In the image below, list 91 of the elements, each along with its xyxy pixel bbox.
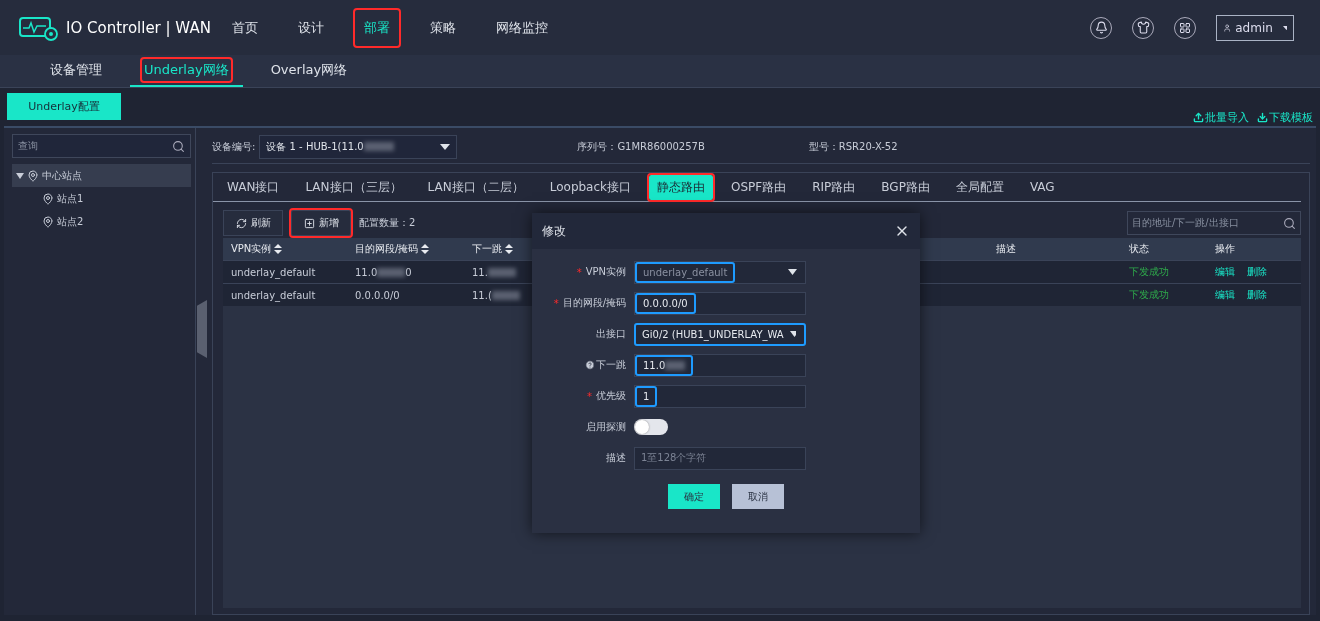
action-link[interactable]: 编辑 <box>1215 289 1235 300</box>
field-value: 0.0.0.0/0 <box>635 292 696 314</box>
input-field[interactable]: 1 <box>634 384 806 408</box>
required-mark: * <box>587 390 592 402</box>
tab[interactable]: OSPF路由 <box>723 174 795 200</box>
search-field[interactable]: 查询 <box>12 134 191 158</box>
field-value: underlay_default <box>635 261 736 283</box>
nav-tab[interactable]: 设计 <box>288 9 333 46</box>
grid-icon <box>1179 21 1191 34</box>
map-pin-icon <box>42 215 54 228</box>
caret-down-icon <box>440 143 451 150</box>
search-icon <box>1283 216 1296 230</box>
status-text: 下发成功 <box>1129 288 1170 302</box>
field-label: 下一跳 <box>596 358 626 372</box>
tree-item[interactable]: 中心站点 <box>12 164 191 187</box>
tab[interactable]: RIP路由 <box>804 174 864 200</box>
caret-down-icon <box>788 269 797 275</box>
action-link[interactable]: 批量导入 <box>1193 110 1249 125</box>
field-value: 1 <box>635 385 658 407</box>
input-field[interactable]: 1至128个字符 <box>634 446 806 470</box>
caret-down-icon <box>789 331 796 337</box>
table-cell-text: underlay_default <box>231 266 317 278</box>
tree-item[interactable]: 站点1 <box>12 187 191 210</box>
search-icon <box>172 139 185 153</box>
nav-tab[interactable]: 部署 <box>354 9 399 46</box>
sub-tab[interactable]: Underlay网络 <box>130 55 243 87</box>
tab[interactable]: VAG <box>1021 176 1063 198</box>
caret-down-icon <box>16 171 24 180</box>
tab[interactable]: Loopback接口 <box>541 174 639 200</box>
nav-tab[interactable]: 网络监控 <box>486 9 557 46</box>
logo-icon <box>18 14 60 41</box>
input-field[interactable]: 11.0 <box>634 353 806 377</box>
device-label: 设备编号: <box>212 139 256 154</box>
tab[interactable]: BGP路由 <box>873 174 938 200</box>
table-cell-text: 0.0.0.0/0 <box>355 289 401 301</box>
tab[interactable]: 静态路由 <box>649 174 713 200</box>
sub-tab[interactable]: 设备管理 <box>36 55 116 87</box>
field-label: 出接口 <box>596 327 626 341</box>
model-number: 型号：RSR20-X-52 <box>808 139 898 154</box>
refresh-icon <box>235 217 247 229</box>
nav-tab[interactable]: 首页 <box>222 9 267 46</box>
table-cell-text: underlay_default <box>231 289 317 301</box>
user-menu-button[interactable]: admin <box>1216 14 1294 41</box>
collapse-handle[interactable] <box>197 300 207 358</box>
tree-item[interactable]: 站点2 <box>12 210 191 233</box>
map-pin-icon <box>42 192 54 205</box>
tab[interactable]: LAN接口（二层） <box>419 174 532 200</box>
plus-square-icon <box>303 217 315 229</box>
serial-number: 序列号：G1MR86000257B <box>577 139 705 154</box>
field-label: 描述 <box>606 451 626 465</box>
nav-tab[interactable]: 策略 <box>420 9 465 46</box>
input-field[interactable]: 0.0.0.0/0 <box>634 291 806 315</box>
status-text: 下发成功 <box>1129 265 1170 279</box>
action-link[interactable]: 编辑 <box>1215 266 1235 277</box>
column-header: VPN实例 <box>231 242 355 256</box>
caret-down-icon <box>1282 25 1287 30</box>
add-button[interactable]: 新增 <box>291 210 351 236</box>
column-header: 状态 <box>1129 242 1150 256</box>
cancel-button[interactable]: 取消 <box>732 484 784 509</box>
required-mark: * <box>576 266 582 278</box>
tab[interactable]: 全局配置 <box>947 174 1012 200</box>
refresh-button[interactable]: 刷新 <box>223 210 283 236</box>
confirm-button[interactable]: 确定 <box>668 484 720 509</box>
download-icon <box>1257 112 1268 123</box>
field-value: 11.0 <box>635 354 694 376</box>
config-button[interactable]: Underlay配置 <box>7 93 121 120</box>
column-header: 目的网段/掩码 <box>355 242 472 256</box>
field-label: 优先级 <box>596 389 626 403</box>
field-label: 启用探测 <box>586 420 626 434</box>
sub-tab[interactable]: Overlay网络 <box>256 55 362 87</box>
toggle-switch[interactable] <box>634 419 668 435</box>
field-label: VPN实例 <box>585 265 626 279</box>
bell-icon <box>1094 21 1108 34</box>
table-cell-text: 11.0 0 <box>355 266 413 278</box>
action-link[interactable]: 下载模板 <box>1257 110 1313 125</box>
upload-icon <box>1193 112 1204 123</box>
action-link[interactable]: 删除 <box>1247 266 1267 277</box>
field-value: Gi0/2 (HUB1_UNDERLAY_WA <box>641 327 785 343</box>
shirt-icon <box>1136 21 1150 34</box>
map-pin-icon <box>27 169 39 182</box>
app-title: IO Controller | WAN <box>66 18 211 37</box>
config-count: 配置数量：2 <box>359 216 416 230</box>
device-select[interactable]: 设备 1 - HUB-1(11.0 <box>259 134 458 159</box>
select-field[interactable]: Gi0/2 (HUB1_UNDERLAY_WA <box>634 322 806 346</box>
column-header: 描述 <box>996 242 1017 256</box>
action-link[interactable]: 删除 <box>1247 289 1267 300</box>
required-mark: * <box>553 297 559 309</box>
tab[interactable]: LAN接口（三层） <box>297 174 410 200</box>
tab[interactable]: WAN接口 <box>219 174 288 200</box>
column-header: 操作 <box>1215 242 1236 256</box>
dialog-title: 修改 <box>542 222 566 240</box>
